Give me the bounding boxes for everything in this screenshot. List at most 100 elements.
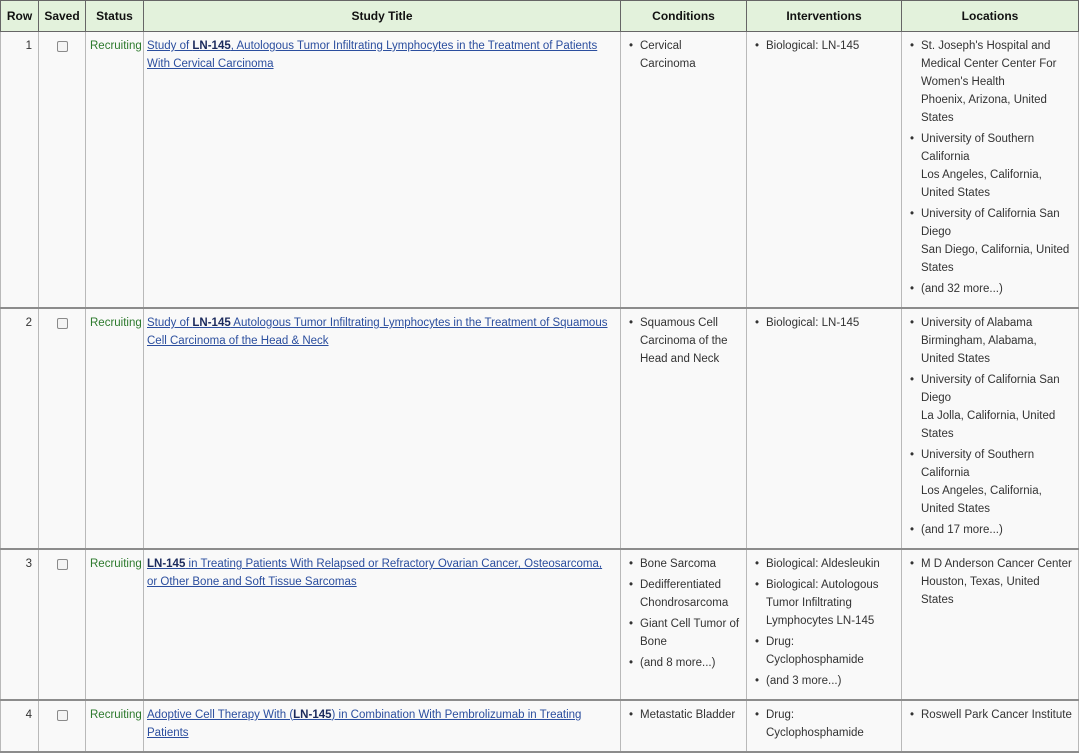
condition-text: Bone Sarcoma	[640, 558, 717, 570]
save-checkbox[interactable]	[56, 559, 68, 570]
table-row: 1 Recruiting Study of LN-145, Autologous T…	[0, 31, 1079, 309]
location-item: University of Alabama Birmingham, Alabama…	[910, 314, 1072, 368]
header-locations[interactable]: Locations	[901, 0, 1079, 32]
header-study-title[interactable]: Study Title	[143, 0, 621, 32]
title-text-pre: Study of	[147, 317, 193, 329]
interventions-cell: Biological: Aldesleukin Biological: Autol…	[746, 549, 902, 701]
conditions-cell: Squamous Cell Carcinoma of the Head and …	[620, 308, 747, 550]
save-checkbox[interactable]	[56, 41, 68, 52]
title-text-pre: Study of	[147, 40, 193, 52]
location-place: Los Angeles, California, United States	[921, 485, 1042, 515]
header-conditions[interactable]: Conditions	[620, 0, 747, 32]
intervention-item: Drug: Cyclophosphamide	[755, 633, 895, 669]
header-interventions[interactable]: Interventions	[746, 0, 902, 32]
locations-cell: University of Alabama Birmingham, Alabama…	[901, 308, 1079, 550]
study-title-link[interactable]: LN-145 in Treating Patients With Relapse…	[147, 558, 602, 588]
study-title-link[interactable]: Study of LN-145, Autologous Tumor Infilt…	[147, 40, 597, 70]
condition-item: Squamous Cell Carcinoma of the Head and …	[629, 314, 740, 368]
conditions-cell: Bone Sarcoma Dedifferentiated Chondrosarc…	[620, 549, 747, 701]
study-title-cell: LN-145 in Treating Patients With Relapse…	[143, 549, 621, 701]
condition-item: Dedifferentiated Chondrosarcoma	[629, 576, 740, 612]
study-title-link[interactable]: Study of LN-145 Autologous Tumor Infiltr…	[147, 317, 607, 347]
locations-list: M D Anderson Cancer Center Houston, Texas…	[908, 555, 1072, 609]
interventions-cell: Drug: Cyclophosphamide	[746, 700, 902, 753]
table-row: 3 Recruiting LN-145 in Treating Patients W…	[0, 549, 1079, 701]
location-place: Phoenix, Arizona, United States	[921, 94, 1047, 124]
location-item: St. Joseph's Hospital and Medical Center…	[910, 37, 1072, 127]
location-place: San Diego, California, United States	[921, 244, 1070, 274]
title-text-pre: Adoptive Cell Therapy With (	[147, 709, 294, 721]
location-name: Roswell Park Cancer Institute	[921, 709, 1072, 721]
more-locations-link[interactable]: (and 32 more...)	[921, 283, 1003, 295]
interventions-cell: Biological: LN-145	[746, 308, 902, 550]
intervention-item: (and 3 more...)	[755, 672, 895, 690]
location-item: (and 17 more...)	[910, 521, 1072, 539]
conditions-list: Squamous Cell Carcinoma of the Head and …	[627, 314, 740, 368]
title-text-post: in Treating Patients With Relapsed or Re…	[147, 558, 603, 588]
location-item: University of California San Diego San Di…	[910, 205, 1072, 277]
row-number: 3	[0, 549, 39, 701]
condition-text: Metastatic Bladder	[640, 709, 736, 721]
intervention-text: Drug: Cyclophosphamide	[766, 709, 864, 739]
intervention-text: Drug: Cyclophosphamide	[766, 636, 864, 666]
location-item: University of Southern California Los Ang…	[910, 130, 1072, 202]
location-item: University of California San Diego La Jol…	[910, 371, 1072, 443]
study-title-link[interactable]: Adoptive Cell Therapy With (LN-145) in C…	[147, 709, 581, 739]
title-highlight: LN-145	[192, 317, 231, 329]
save-checkbox[interactable]	[56, 710, 68, 721]
status-label: Recruiting	[85, 308, 144, 550]
condition-text: Squamous Cell Carcinoma of the Head and …	[640, 317, 728, 365]
location-name: University of Southern California	[921, 449, 1035, 479]
save-checkbox[interactable]	[56, 318, 68, 329]
location-place: Houston, Texas, United States	[921, 576, 1040, 606]
interventions-list: Biological: Aldesleukin Biological: Autol…	[753, 555, 895, 690]
interventions-cell: Biological: LN-145	[746, 31, 902, 309]
title-highlight: LN-145	[147, 558, 186, 570]
location-name: St. Joseph's Hospital and Medical Center…	[921, 40, 1057, 88]
saved-cell	[38, 700, 86, 753]
status-label: Recruiting	[85, 31, 144, 309]
row-number: 4	[0, 700, 39, 753]
intervention-text: Biological: Aldesleukin	[766, 558, 880, 570]
location-place: La Jolla, California, United States	[921, 410, 1056, 440]
header-saved[interactable]: Saved	[38, 0, 86, 32]
condition-item: (and 8 more...)	[629, 654, 740, 672]
more-conditions-link[interactable]: (and 8 more...)	[640, 657, 715, 669]
title-highlight: LN-145	[293, 709, 332, 721]
location-name: University of California San Diego	[921, 374, 1060, 404]
location-item: M D Anderson Cancer Center Houston, Texas…	[910, 555, 1072, 609]
status-label: Recruiting	[85, 549, 144, 701]
intervention-item: Biological: Aldesleukin	[755, 555, 895, 573]
location-name: University of Southern California	[921, 133, 1035, 163]
interventions-list: Drug: Cyclophosphamide	[753, 706, 895, 742]
table-row: 4 Recruiting Adoptive Cell Therapy With (L…	[0, 700, 1079, 753]
more-interventions-link[interactable]: (and 3 more...)	[766, 675, 841, 687]
table-header-row: Row Saved Status Study Title Conditions …	[0, 0, 1079, 32]
more-locations-link[interactable]: (and 17 more...)	[921, 524, 1003, 536]
intervention-item: Biological: LN-145	[755, 314, 895, 332]
title-highlight: LN-145	[192, 40, 231, 52]
header-status[interactable]: Status	[85, 0, 144, 32]
condition-item: Bone Sarcoma	[629, 555, 740, 573]
condition-text: Giant Cell Tumor of Bone	[640, 618, 740, 648]
header-row[interactable]: Row	[0, 0, 39, 32]
location-name: M D Anderson Cancer Center	[921, 558, 1072, 570]
study-title-cell: Adoptive Cell Therapy With (LN-145) in C…	[143, 700, 621, 753]
study-title-cell: Study of LN-145 Autologous Tumor Infiltr…	[143, 308, 621, 550]
intervention-text: Biological: LN-145	[766, 317, 860, 329]
location-name: University of Alabama	[921, 317, 1033, 329]
row-number: 2	[0, 308, 39, 550]
results-table: Row Saved Status Study Title Conditions …	[0, 0, 1079, 753]
interventions-list: Biological: LN-145	[753, 37, 895, 55]
intervention-text: Biological: Autologous Tumor Infiltratin…	[766, 579, 879, 627]
row-number: 1	[0, 31, 39, 309]
location-item: (and 32 more...)	[910, 280, 1072, 298]
conditions-cell: Metastatic Bladder	[620, 700, 747, 753]
study-title-cell: Study of LN-145, Autologous Tumor Infilt…	[143, 31, 621, 309]
intervention-text: Biological: LN-145	[766, 40, 860, 52]
conditions-list: Cervical Carcinoma	[627, 37, 740, 73]
location-place: Los Angeles, California, United States	[921, 169, 1042, 199]
intervention-item: Drug: Cyclophosphamide	[755, 706, 895, 742]
condition-item: Giant Cell Tumor of Bone	[629, 615, 740, 651]
locations-cell: St. Joseph's Hospital and Medical Center…	[901, 31, 1079, 309]
